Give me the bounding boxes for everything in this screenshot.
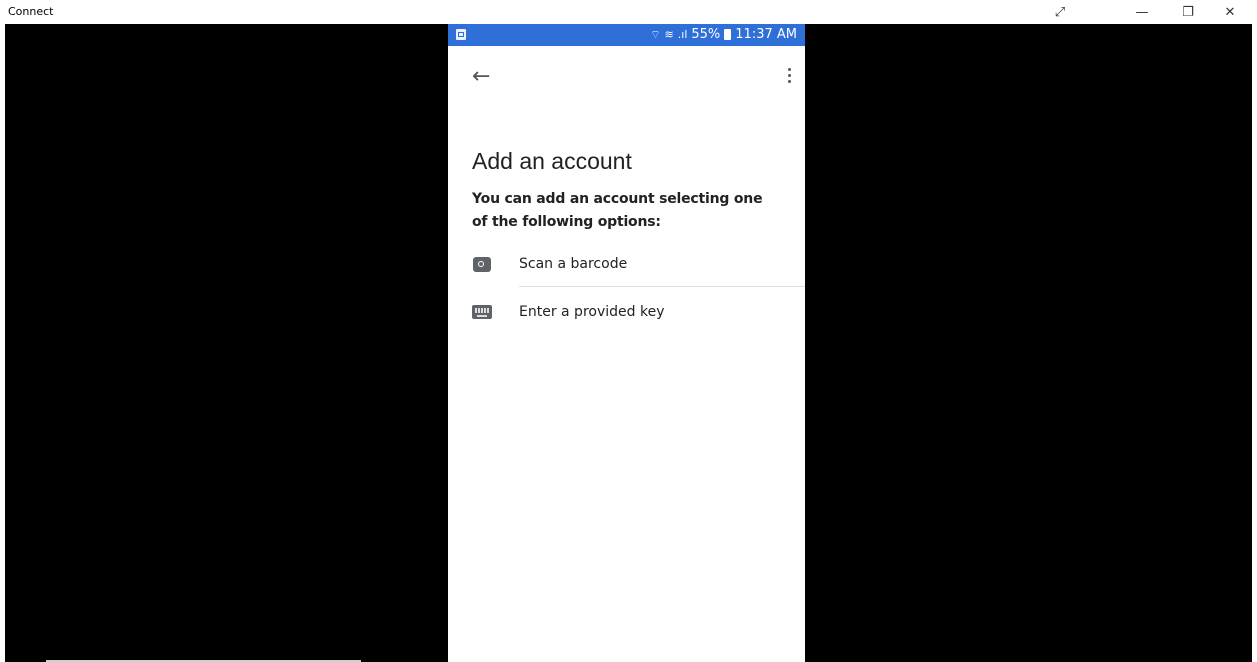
keyboard-icon xyxy=(472,303,492,321)
notification-icon xyxy=(456,29,466,40)
back-button[interactable]: ← xyxy=(472,64,490,89)
option-label: Enter a provided key xyxy=(519,304,665,320)
camera-icon xyxy=(472,255,492,273)
more-vertical-icon xyxy=(788,68,791,71)
phone-screen: ⌔ ≋ .ıl 55% 11:37 AM ← Add an account Yo… xyxy=(448,24,805,662)
restore-button[interactable]: ❐ xyxy=(1168,0,1208,24)
minimize-button[interactable]: — xyxy=(1122,0,1162,24)
scan-barcode-option[interactable]: Scan a barcode xyxy=(448,242,805,286)
signal-icon: .ıl xyxy=(677,28,688,41)
wifi-icon: ≋ xyxy=(664,28,674,41)
arrow-left-icon: ← xyxy=(472,64,491,89)
divider xyxy=(519,286,805,287)
enter-key-option[interactable]: Enter a provided key xyxy=(448,290,805,334)
window-titlebar: Connect ⤢ — ❐ ✕ xyxy=(0,0,1257,24)
hotspot-icon: ⌔ xyxy=(650,27,661,41)
page-title: Add an account xyxy=(472,148,632,174)
restore-icon: ❐ xyxy=(1182,4,1194,20)
close-icon: ✕ xyxy=(1224,4,1236,20)
status-indicators: ⌔ ≋ .ıl 55% 11:37 AM xyxy=(650,27,797,42)
expand-icon: ⤢ xyxy=(1054,4,1066,20)
fullscreen-button[interactable]: ⤢ xyxy=(1040,0,1080,24)
page-description: You can add an account selecting one of … xyxy=(472,191,763,230)
minimize-icon: — xyxy=(1135,4,1149,20)
status-bar: ⌔ ≋ .ıl 55% 11:37 AM xyxy=(448,24,805,46)
close-button[interactable]: ✕ xyxy=(1210,0,1250,24)
status-time: 11:37 AM xyxy=(735,27,797,42)
app-title: Connect xyxy=(8,5,54,18)
option-label: Scan a barcode xyxy=(519,256,628,272)
more-options-button[interactable] xyxy=(788,68,791,83)
battery-icon xyxy=(724,29,732,40)
battery-percent: 55% xyxy=(691,27,721,42)
